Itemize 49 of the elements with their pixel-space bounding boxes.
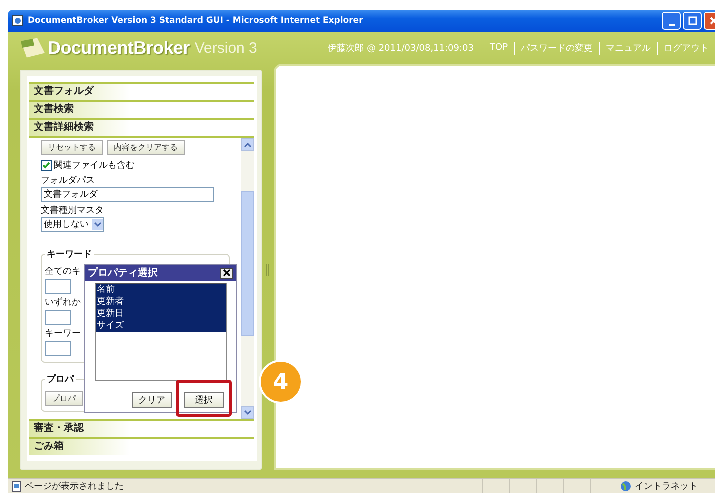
group-legend: プロパ	[45, 373, 76, 386]
scrollbar[interactable]	[241, 138, 254, 419]
page-icon	[12, 480, 22, 492]
list-item[interactable]: 名前	[96, 284, 226, 296]
group-legend: キーワード	[45, 248, 94, 261]
browser-icon	[12, 15, 24, 27]
eraser-button[interactable]: 内容をクリアする	[107, 140, 185, 155]
field-label: いずれか	[45, 296, 81, 309]
dialog-button[interactable]: 選択	[184, 392, 224, 408]
keyword-field[interactable]	[45, 310, 71, 325]
keyword-field[interactable]	[45, 341, 71, 356]
field-label: 文書種別マスタ	[41, 204, 105, 217]
list-item[interactable]: 更新者	[96, 296, 226, 308]
minimize-icon	[668, 24, 674, 26]
globe-icon	[620, 480, 632, 492]
close-button[interactable]	[220, 268, 233, 278]
zone-label: イントラネット	[635, 480, 699, 492]
minimize-button[interactable]	[662, 12, 681, 30]
field-label: フォルダパス	[41, 174, 96, 187]
keyword-field[interactable]	[45, 279, 71, 294]
accordion-header[interactable]: 文書検索	[29, 100, 254, 118]
chevron-down-icon	[244, 410, 252, 416]
splitter-handle[interactable]	[266, 264, 270, 276]
logo-name: DocumentBroker	[48, 38, 190, 58]
checkbox-label: 関連ファイルも含む	[54, 160, 135, 172]
maximize-icon	[688, 16, 698, 26]
status-message: ページが表示されました	[25, 480, 124, 492]
user-info: 伊藤次郎 @ 2011/03/08,11:09:03	[328, 42, 474, 54]
list-item[interactable]: サイズ	[96, 320, 226, 332]
chevron-down-icon	[94, 222, 102, 228]
dialog-button[interactable]: クリア	[132, 392, 172, 408]
list-item[interactable]: 更新日	[96, 308, 226, 320]
accordion-header[interactable]: 文書詳細検索	[29, 118, 254, 136]
accordion-header[interactable]: ごみ箱	[29, 437, 254, 455]
property-button[interactable]: プロパ	[45, 391, 83, 406]
close-icon	[222, 269, 230, 277]
accordion-header[interactable]: 文書フォルダ	[29, 82, 254, 100]
logo-version: Version 3	[194, 40, 258, 56]
folder-path-field[interactable]: 文書フォルダ	[41, 187, 214, 202]
eraser-button[interactable]: リセットする	[41, 140, 103, 155]
maximize-button[interactable]	[683, 12, 702, 30]
field-label: 全てのキ	[45, 266, 81, 278]
chevron-up-icon	[244, 142, 252, 148]
dialog-title: プロパティ選択	[88, 266, 158, 280]
document-type-dropdown[interactable]: 使用しない	[41, 217, 104, 232]
window-title: DocumentBroker Version 3 Standard GUI - Microsoft Internet Explorer	[28, 16, 364, 26]
field-label: キーワー	[45, 328, 81, 340]
checkbox[interactable]	[41, 160, 52, 171]
accordion-header[interactable]: 審査・承認	[29, 419, 254, 437]
